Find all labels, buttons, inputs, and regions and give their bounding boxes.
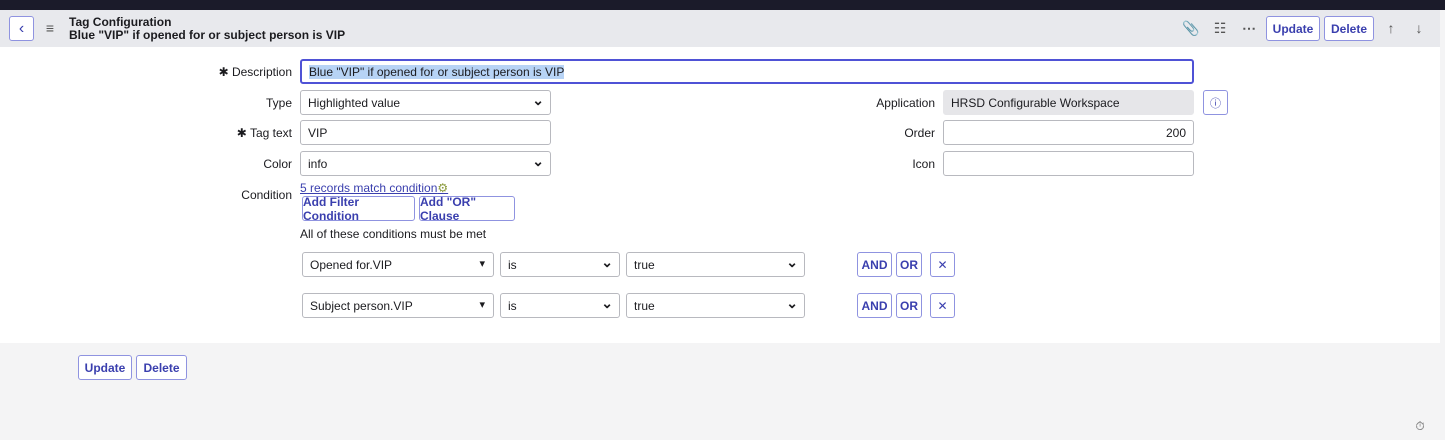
order-input[interactable]: 200 <box>943 120 1194 145</box>
operator-value: is <box>508 257 517 272</box>
color-select[interactable]: info <box>300 151 551 176</box>
or-button[interactable]: OR <box>896 293 922 318</box>
or-button[interactable]: OR <box>896 252 922 277</box>
order-label: Order <box>904 126 935 140</box>
application-field: HRSD Configurable Workspace <box>943 90 1194 115</box>
condition-field-select[interactable]: Subject person.VIP <box>302 293 494 318</box>
refresh-icon: ⚙ <box>437 181 449 195</box>
required-icon: ✱ <box>218 65 232 79</box>
value-value: true <box>634 298 655 313</box>
top-navigation-bar <box>0 0 1445 10</box>
chevron-left-icon: ‹ <box>18 19 25 37</box>
tag-text-input[interactable]: VIP <box>300 120 551 145</box>
records-match-link[interactable]: 5 records match condition⚙ <box>300 181 448 195</box>
type-label: Type <box>265 96 292 110</box>
condition-field-select[interactable]: Opened for.VIP <box>302 252 494 277</box>
field-value: Opened for.VIP <box>310 257 393 272</box>
add-filter-condition-button[interactable]: Add Filter Condition <box>302 195 415 223</box>
application-value: HRSD Configurable Workspace <box>951 95 1120 110</box>
condition-operator-select[interactable]: is <box>500 252 620 277</box>
add-or-clause-button[interactable]: Add "OR" Clause <box>419 195 515 223</box>
condition-value-select[interactable]: true <box>626 293 805 318</box>
close-icon: ✕ <box>937 298 948 313</box>
delete-button[interactable]: Delete <box>1324 16 1374 41</box>
description-label: Description <box>231 65 292 79</box>
back-button[interactable]: ‹ <box>9 16 34 41</box>
more-options-icon[interactable]: ⋯ <box>1240 19 1258 37</box>
paperclip-icon[interactable]: 📎 <box>1182 19 1200 37</box>
footer-delete-button[interactable]: Delete <box>136 355 187 380</box>
remove-condition-button[interactable]: ✕ <box>930 252 955 277</box>
and-button[interactable]: AND <box>857 252 892 277</box>
icon-input[interactable] <box>943 151 1194 176</box>
color-label: Color <box>263 157 292 171</box>
conditions-note: All of these conditions must be met <box>300 227 487 241</box>
required-icon: ✱ <box>236 126 250 140</box>
menu-icon[interactable]: ≡ <box>42 19 58 37</box>
icon-label: Icon <box>912 157 935 171</box>
form-header: ‹ ≡ Tag Configuration Blue "VIP" if open… <box>0 10 1440 47</box>
type-value: Highlighted value <box>308 95 401 110</box>
remove-condition-button[interactable]: ✕ <box>930 293 955 318</box>
application-label: Application <box>876 96 935 110</box>
info-icon: ⓘ <box>1210 97 1221 110</box>
condition-operator-select[interactable]: is <box>500 293 620 318</box>
tag-text-label: Tag text <box>249 126 292 140</box>
record-title: Blue "VIP" if opened for or subject pers… <box>69 28 346 42</box>
condition-label: Condition <box>241 188 292 202</box>
record-form: ✱ Description Blue "VIP" if opened for o… <box>0 47 1440 343</box>
field-value: Subject person.VIP <box>310 298 413 313</box>
stopwatch-icon[interactable]: ⏱ <box>1412 418 1428 434</box>
value-value: true <box>634 257 655 272</box>
footer-update-button[interactable]: Update <box>78 355 132 380</box>
arrow-up-icon[interactable]: ↑ <box>1382 19 1400 37</box>
arrow-down-icon[interactable]: ↓ <box>1410 19 1428 37</box>
order-value: 200 <box>1165 125 1186 140</box>
type-select[interactable]: Highlighted value <box>300 90 551 115</box>
tag-text-value: VIP <box>308 125 328 140</box>
and-button[interactable]: AND <box>857 293 892 318</box>
description-input[interactable]: Blue "VIP" if opened for or subject pers… <box>300 59 1194 84</box>
records-match-text: 5 records match condition <box>300 181 438 195</box>
update-button[interactable]: Update <box>1266 16 1320 41</box>
operator-value: is <box>508 298 517 313</box>
color-value: info <box>308 156 328 171</box>
close-icon: ✕ <box>937 257 948 272</box>
info-button[interactable]: ⓘ <box>1203 90 1228 115</box>
description-value: Blue "VIP" if opened for or subject pers… <box>309 64 565 79</box>
condition-value-select[interactable]: true <box>626 252 805 277</box>
settings-sliders-icon[interactable]: ☷ <box>1211 19 1229 37</box>
